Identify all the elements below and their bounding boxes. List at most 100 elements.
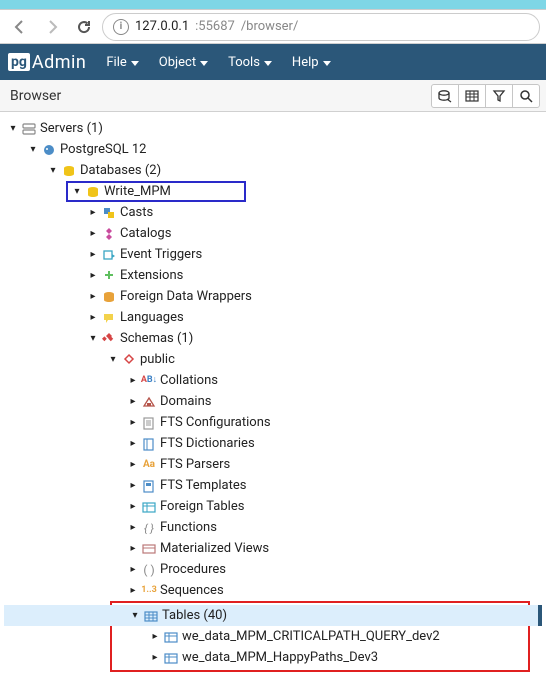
tree-procedures[interactable]: ▸ ( ) Procedures bbox=[4, 559, 542, 580]
chevron-right-icon[interactable]: ▸ bbox=[126, 502, 140, 512]
tree-database-writempm[interactable]: ▾ Write_MPM bbox=[4, 181, 542, 202]
tree-event-triggers[interactable]: ▸ Event Triggers bbox=[4, 244, 542, 265]
function-icon: { } bbox=[140, 521, 158, 535]
chevron-right-icon[interactable]: ▸ bbox=[126, 523, 140, 533]
chevron-right-icon[interactable]: ▸ bbox=[126, 397, 140, 407]
chevron-right-icon[interactable]: ▸ bbox=[148, 632, 162, 642]
chevron-right-icon[interactable]: ▸ bbox=[86, 292, 100, 302]
panel-toolbar bbox=[431, 84, 540, 108]
chevron-right-icon[interactable]: ▸ bbox=[86, 271, 100, 281]
tree-label: Event Triggers bbox=[118, 248, 202, 261]
chevron-right-icon[interactable]: ▸ bbox=[148, 653, 162, 663]
tree-fts-parsers[interactable]: ▸ Aa FTS Parsers bbox=[4, 454, 542, 475]
site-info-icon[interactable]: i bbox=[113, 19, 129, 35]
tree-foreign-tables[interactable]: ▸ Foreign Tables bbox=[4, 496, 542, 517]
url-host: 127.0.0.1 bbox=[135, 19, 189, 34]
menu-tools-label: Tools bbox=[228, 55, 260, 70]
tree-languages[interactable]: ▸ Languages bbox=[4, 307, 542, 328]
tree-fdw[interactable]: ▸ Foreign Data Wrappers bbox=[4, 286, 542, 307]
nav-back-button[interactable] bbox=[6, 13, 34, 41]
chevron-right-icon[interactable]: ▸ bbox=[126, 565, 140, 575]
fts-parser-icon: Aa bbox=[140, 460, 158, 470]
tree-server-pg[interactable]: ▾ PostgreSQL 12 bbox=[4, 139, 542, 160]
tree-mat-views[interactable]: ▸ Materialized Views bbox=[4, 538, 542, 559]
domain-icon bbox=[140, 395, 158, 409]
tree-schema-public[interactable]: ▾ public bbox=[4, 349, 542, 370]
tree-domains[interactable]: ▸ Domains bbox=[4, 391, 542, 412]
chevron-down-icon[interactable]: ▾ bbox=[86, 334, 100, 344]
fts-template-icon bbox=[140, 479, 158, 493]
browser-tab-strip bbox=[0, 0, 546, 10]
search-button[interactable] bbox=[512, 84, 540, 108]
fts-dict-icon bbox=[140, 437, 158, 451]
sequence-icon: 1..3 bbox=[140, 586, 158, 595]
chevron-right-icon[interactable]: ▸ bbox=[126, 481, 140, 491]
tables-icon bbox=[142, 609, 160, 623]
chevron-down-icon[interactable]: ▾ bbox=[46, 166, 60, 176]
filter-button[interactable] bbox=[485, 84, 513, 108]
tree-sequences[interactable]: ▸ 1..3 Sequences bbox=[4, 580, 542, 601]
chevron-right-icon[interactable]: ▸ bbox=[86, 313, 100, 323]
tree-label: Catalogs bbox=[118, 227, 171, 240]
chevron-down-icon[interactable]: ▾ bbox=[106, 355, 120, 365]
view-data-button[interactable] bbox=[458, 84, 486, 108]
table-icon bbox=[162, 651, 180, 665]
tree-fts-conf[interactable]: ▸ FTS Configurations bbox=[4, 412, 542, 433]
tree-collations[interactable]: ▸ AB↓ Collations bbox=[4, 370, 542, 391]
chevron-right-icon[interactable]: ▸ bbox=[126, 376, 140, 386]
nav-forward-button[interactable] bbox=[38, 13, 66, 41]
nav-reload-button[interactable] bbox=[70, 13, 98, 41]
tree-casts[interactable]: ▸ Casts bbox=[4, 202, 542, 223]
chevron-right-icon[interactable]: ▸ bbox=[126, 586, 140, 596]
tree-tables[interactable]: ▾ Tables (40) bbox=[4, 605, 542, 626]
tree-servers[interactable]: ▾ Servers (1) bbox=[4, 118, 542, 139]
catalogs-icon bbox=[100, 227, 118, 241]
chevron-right-icon[interactable]: ▸ bbox=[126, 418, 140, 428]
chevron-down-icon bbox=[264, 61, 272, 66]
chevron-down-icon[interactable]: ▾ bbox=[6, 124, 20, 134]
chevron-right-icon[interactable]: ▸ bbox=[86, 229, 100, 239]
chevron-down-icon[interactable]: ▾ bbox=[70, 187, 84, 197]
tree-fts-dict[interactable]: ▸ FTS Dictionaries bbox=[4, 433, 542, 454]
chevron-down-icon bbox=[323, 61, 331, 66]
chevron-right-icon[interactable]: ▸ bbox=[126, 544, 140, 554]
tree-label: FTS Dictionaries bbox=[158, 437, 255, 450]
chevron-down-icon[interactable]: ▾ bbox=[26, 145, 40, 155]
logo-admin: Admin bbox=[32, 52, 87, 73]
tree-label: Collations bbox=[158, 374, 218, 387]
tree-catalogs[interactable]: ▸ Catalogs bbox=[4, 223, 542, 244]
servers-icon bbox=[20, 122, 38, 136]
tree-label: Procedures bbox=[158, 563, 226, 576]
menu-object[interactable]: Object bbox=[149, 44, 218, 80]
tree-schemas[interactable]: ▾ Schemas (1) bbox=[4, 328, 542, 349]
tree-functions[interactable]: ▸ { } Functions bbox=[4, 517, 542, 538]
chevron-right-icon[interactable]: ▸ bbox=[126, 460, 140, 470]
tree-table-1[interactable]: ▸ we_data_MPM_CRITICALPATH_QUERY_dev2 bbox=[112, 626, 528, 647]
casts-icon bbox=[100, 206, 118, 220]
database-icon bbox=[84, 185, 102, 199]
tree-table-2[interactable]: ▸ we_data_MPM_HappyPaths_Dev3 bbox=[112, 647, 528, 668]
tree-label: we_data_MPM_HappyPaths_Dev3 bbox=[180, 651, 378, 664]
chevron-down-icon[interactable]: ▾ bbox=[128, 611, 142, 621]
chevron-right-icon[interactable]: ▸ bbox=[86, 250, 100, 260]
query-tool-button[interactable] bbox=[431, 84, 459, 108]
app-logo[interactable]: pgAdmin bbox=[2, 52, 96, 73]
tree-label: Foreign Tables bbox=[158, 500, 244, 513]
tree-fts-templates[interactable]: ▸ FTS Templates bbox=[4, 475, 542, 496]
tree-label: Materialized Views bbox=[158, 542, 269, 555]
chevron-right-icon[interactable]: ▸ bbox=[86, 208, 100, 218]
collation-icon: AB↓ bbox=[140, 376, 158, 385]
tree-databases[interactable]: ▾ Databases (2) bbox=[4, 160, 542, 181]
url-field[interactable]: i 127.0.0.1:55687/browser/ bbox=[102, 13, 540, 41]
tree-label: PostgreSQL 12 bbox=[58, 143, 146, 156]
menu-tools[interactable]: Tools bbox=[218, 44, 282, 80]
tree-extensions[interactable]: ▸ Extensions bbox=[4, 265, 542, 286]
tree-label: we_data_MPM_CRITICALPATH_QUERY_dev2 bbox=[180, 630, 440, 643]
menu-file[interactable]: File bbox=[96, 44, 148, 80]
tree-label: Tables (40) bbox=[160, 609, 227, 622]
elephant-icon bbox=[40, 143, 58, 157]
menu-help[interactable]: Help bbox=[282, 44, 341, 80]
chevron-right-icon[interactable]: ▸ bbox=[126, 439, 140, 449]
fdw-icon bbox=[100, 290, 118, 304]
annotation-highlight-tables: ▾ Tables (40) ▸ we_data_MPM_CRITICALPATH… bbox=[110, 601, 530, 672]
